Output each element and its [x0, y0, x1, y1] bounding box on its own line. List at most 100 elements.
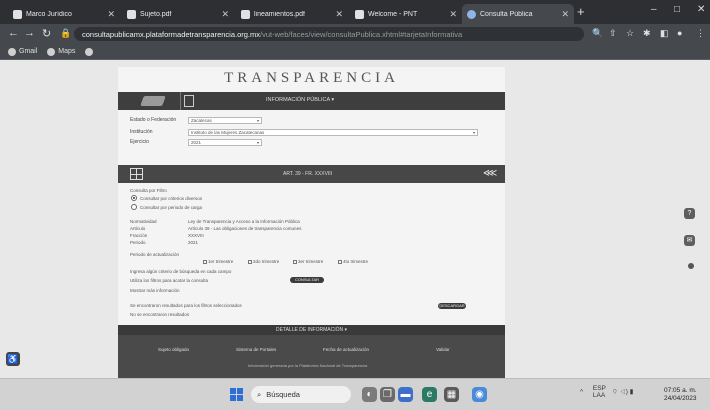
search-icon: ⌕ [257, 389, 262, 399]
back-arrow-icon[interactable]: ← [8, 27, 19, 39]
form-label: Institución [130, 129, 153, 135]
close-icon[interactable]: ✕ [561, 9, 569, 20]
language-indicator[interactable]: ESP LAA [593, 385, 606, 399]
pnt-logo-icon[interactable] [140, 96, 166, 106]
detail-panel: DETALLE DE INFORMACIÓN ▾ Sujeto obligado… [118, 325, 505, 378]
profile-icon[interactable]: ● [677, 28, 682, 38]
clock-date: 24/04/2023 [664, 395, 697, 402]
tab-welcome-pnt[interactable]: Welcome - PNT ✕ [350, 4, 462, 24]
maps-icon [47, 47, 56, 56]
bookmarks-bar: Gmail Maps [0, 44, 710, 60]
file-explorer-icon[interactable]: ▬ [398, 387, 413, 402]
gear-icon[interactable] [688, 263, 694, 269]
share-icon[interactable]: ⇧ [609, 28, 617, 39]
info-key: Fracción [130, 233, 148, 238]
results-note: No se encontraron resultados [130, 312, 190, 317]
store-icon[interactable]: ▦ [444, 387, 459, 402]
download-button[interactable]: DESCARGAR [438, 303, 466, 309]
volume-icon[interactable]: ◁) [620, 389, 628, 396]
portal-page: TRANSPARENCIA INFORMACIÓN PÚBLICA ▾ Esta… [118, 67, 505, 378]
check-q1[interactable]: 1er trimestre [203, 259, 233, 264]
edge-icon[interactable]: e [422, 387, 437, 402]
system-tray[interactable]: ^ ESP LAA ⌔ ◁) ▮ [580, 385, 633, 399]
radio-periodo[interactable] [131, 204, 137, 210]
divider [180, 92, 181, 110]
close-icon[interactable]: ✕ [107, 9, 115, 20]
new-tab-button[interactable]: + [577, 4, 585, 19]
windows-start-icon[interactable] [230, 388, 243, 401]
radio-criterios[interactable] [131, 195, 137, 201]
gmail-icon [8, 47, 16, 56]
detail-header[interactable]: DETALLE DE INFORMACIÓN ▾ [118, 325, 505, 335]
chevron-up-icon[interactable]: ^ [580, 389, 583, 396]
minimize-button[interactable]: – [651, 4, 657, 15]
sidepanel-icon[interactable]: ◧ [660, 28, 669, 39]
clock-time: 07:05 a. m. [664, 387, 697, 394]
window-close-button[interactable]: ✕ [697, 4, 705, 15]
period-select[interactable]: 2021 ▾ [188, 139, 262, 146]
check-q3[interactable]: 3er trimestre [293, 259, 323, 264]
state-select[interactable]: Zacatecas ▾ [188, 117, 262, 124]
browser-toolbar: ← → ↻ 🔒 consultapublicamx.plataformadetr… [0, 24, 710, 44]
tab-sujeto-pdf[interactable]: Sujeto.pdf ✕ [122, 4, 234, 24]
search-hint-2: Utiliza los filtros para acotar la consu… [130, 278, 209, 283]
check-q2[interactable]: 2do trimestre [248, 259, 279, 264]
institution-select[interactable]: Instituto de las Mujeres Zacatecanas ▾ [188, 129, 478, 136]
detail-footnote: Información generada por la Plataforma N… [248, 363, 368, 368]
close-icon[interactable]: ✕ [335, 9, 343, 20]
forward-arrow-icon[interactable]: → [24, 27, 35, 39]
main-nav-bar: INFORMACIÓN PÚBLICA ▾ [118, 92, 505, 110]
address-bar[interactable]: consultapublicamx.plataformadetransparen… [74, 27, 584, 41]
taskbar-clock[interactable]: 07:05 a. m. 24/04/2023 [664, 387, 697, 403]
maximize-button[interactable]: □ [674, 4, 680, 15]
nav-information-publica[interactable]: INFORMACIÓN PÚBLICA ▾ [266, 97, 334, 103]
wifi-icon[interactable]: ⌔ [612, 389, 618, 396]
battery-icon[interactable]: ▮ [630, 389, 634, 396]
accessibility-icon[interactable]: ♿ [6, 352, 20, 366]
period-update-label: Periodo de actualización [130, 252, 180, 257]
detail-col: Sujeto obligado [158, 347, 190, 352]
help-icon[interactable]: ? [684, 208, 695, 219]
tab-title: Consulta Pública [480, 10, 533, 18]
check-q4[interactable]: 4to trimestre [338, 259, 368, 264]
menu-icon[interactable]: ⋮ [696, 28, 705, 39]
info-value: XXXVIII [188, 233, 204, 238]
chat-icon[interactable]: ✉ [684, 235, 695, 246]
reload-icon[interactable]: ↻ [42, 27, 51, 40]
bookmark-extra[interactable] [85, 47, 94, 56]
task-view-icon[interactable]: ❐ [380, 387, 395, 402]
grid-icon[interactable] [130, 168, 143, 180]
bookmark-gmail[interactable]: Gmail [8, 47, 37, 56]
widgets-icon[interactable]: ◐ [362, 387, 377, 402]
info-value: Ley de Transparencia y Acceso a la Infor… [188, 219, 300, 224]
search-hint: Ingresa algún criterio de búsqueda en ca… [130, 269, 232, 274]
tab-lineamientos-pdf[interactable]: lineamientos.pdf ✕ [236, 4, 348, 24]
bookmark-maps[interactable]: Maps [47, 47, 75, 56]
tab-title: Welcome - PNT [368, 10, 418, 18]
url-host: consultapublicamx.plataformadetransparen… [82, 29, 261, 39]
extensions-icon[interactable]: ✱ [643, 28, 651, 39]
tab-title: Sujeto.pdf [140, 10, 172, 18]
windows-taskbar: ⌕ Búsqueda ◐ ❐ ▬ e ▦ ◉ ^ ESP LAA ⌔ ◁) ▮ 0… [0, 378, 710, 410]
tab-consulta-publica[interactable]: Consulta Pública ✕ [462, 4, 574, 24]
pdf-icon [241, 9, 250, 19]
consult-button[interactable]: CONSULTAR [290, 277, 324, 283]
share-icon[interactable]: ⋘ [483, 168, 497, 179]
tab-marco-juridico[interactable]: Marco Jurídico ✕ [8, 4, 120, 24]
close-icon[interactable]: ✕ [221, 9, 229, 20]
url-path: /vut-web/faces/view/consultaPublica.xhtm… [260, 29, 463, 39]
close-icon[interactable]: ✕ [449, 9, 457, 20]
star-icon[interactable]: ☆ [626, 28, 634, 39]
document-icon[interactable] [184, 95, 194, 107]
zoom-icon[interactable]: 🔍 [592, 28, 603, 39]
globe-icon [467, 9, 476, 19]
chrome-icon[interactable]: ◉ [472, 387, 487, 402]
taskbar-search[interactable]: ⌕ Búsqueda [251, 386, 351, 403]
pdf-icon [127, 9, 136, 19]
more-info-link[interactable]: Mostrar más información [130, 288, 180, 293]
section-title: ART. 39 - FR. XXXVIII [283, 171, 333, 177]
tab-title: lineamientos.pdf [254, 10, 305, 18]
search-placeholder: Búsqueda [266, 390, 300, 399]
form-label: Estado o Federación [130, 117, 177, 123]
radio-label: Consultar por criterios diversos [140, 196, 203, 201]
